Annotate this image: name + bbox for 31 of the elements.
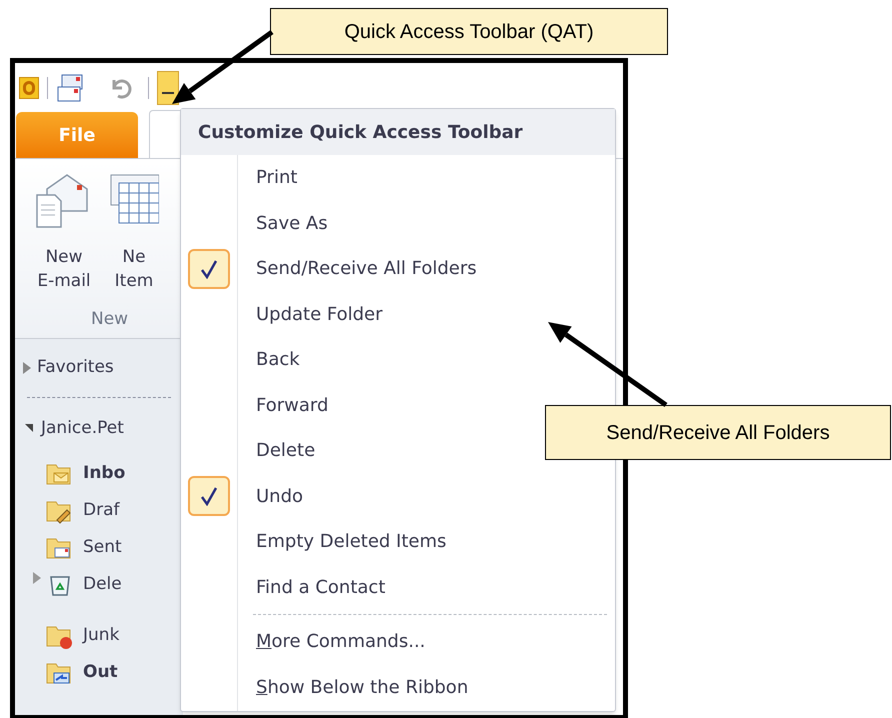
group-label: New bbox=[91, 308, 128, 330]
menu-item[interactable]: More Commands... bbox=[181, 619, 543, 664]
menu-item[interactable]: Empty Deleted Items bbox=[181, 519, 543, 564]
callout-label: Send/Receive All Folders bbox=[545, 405, 891, 460]
qat-dropdown-button[interactable] bbox=[157, 71, 179, 105]
folder-label[interactable]: Draf bbox=[83, 498, 120, 524]
menu-item[interactable]: Forward bbox=[181, 382, 543, 428]
folder-label[interactable]: Inbo bbox=[83, 460, 126, 486]
folder-label[interactable]: Out bbox=[83, 660, 118, 686]
menu-item[interactable]: Send/Receive All Folders bbox=[181, 246, 543, 292]
menu-header: Customize Quick Access Toolbar bbox=[181, 109, 615, 155]
app-logo-icon[interactable] bbox=[19, 77, 39, 99]
ribbon-button[interactable]: New E-mail bbox=[33, 169, 95, 293]
menu-item[interactable]: Find a Contact bbox=[181, 564, 543, 610]
ribbon-button[interactable]: Ne Item bbox=[109, 169, 159, 293]
callout-label: Quick Access Toolbar (QAT) bbox=[270, 8, 668, 55]
collapse-arrow-icon[interactable] bbox=[25, 424, 33, 432]
menu-item[interactable]: Back bbox=[181, 337, 543, 382]
menu-item[interactable]: Delete bbox=[181, 428, 543, 474]
menu-item[interactable]: Update Folder bbox=[181, 292, 543, 337]
menu-item[interactable]: Save As bbox=[181, 200, 543, 246]
expand-arrow-icon[interactable] bbox=[33, 572, 41, 584]
expand-arrow-icon[interactable] bbox=[23, 362, 31, 374]
folder-label[interactable]: Junk bbox=[83, 622, 120, 648]
folder-label[interactable]: Dele bbox=[83, 572, 122, 598]
favorites-label[interactable]: Favorites bbox=[37, 355, 114, 380]
account-label[interactable]: Janice.Pet bbox=[41, 416, 124, 441]
menu-item[interactable]: Print bbox=[181, 155, 543, 200]
folder-label[interactable]: Sent bbox=[83, 534, 122, 560]
menu-item[interactable]: Undo bbox=[181, 474, 543, 519]
menu-item[interactable]: Show Below the Ribbon bbox=[181, 664, 543, 710]
